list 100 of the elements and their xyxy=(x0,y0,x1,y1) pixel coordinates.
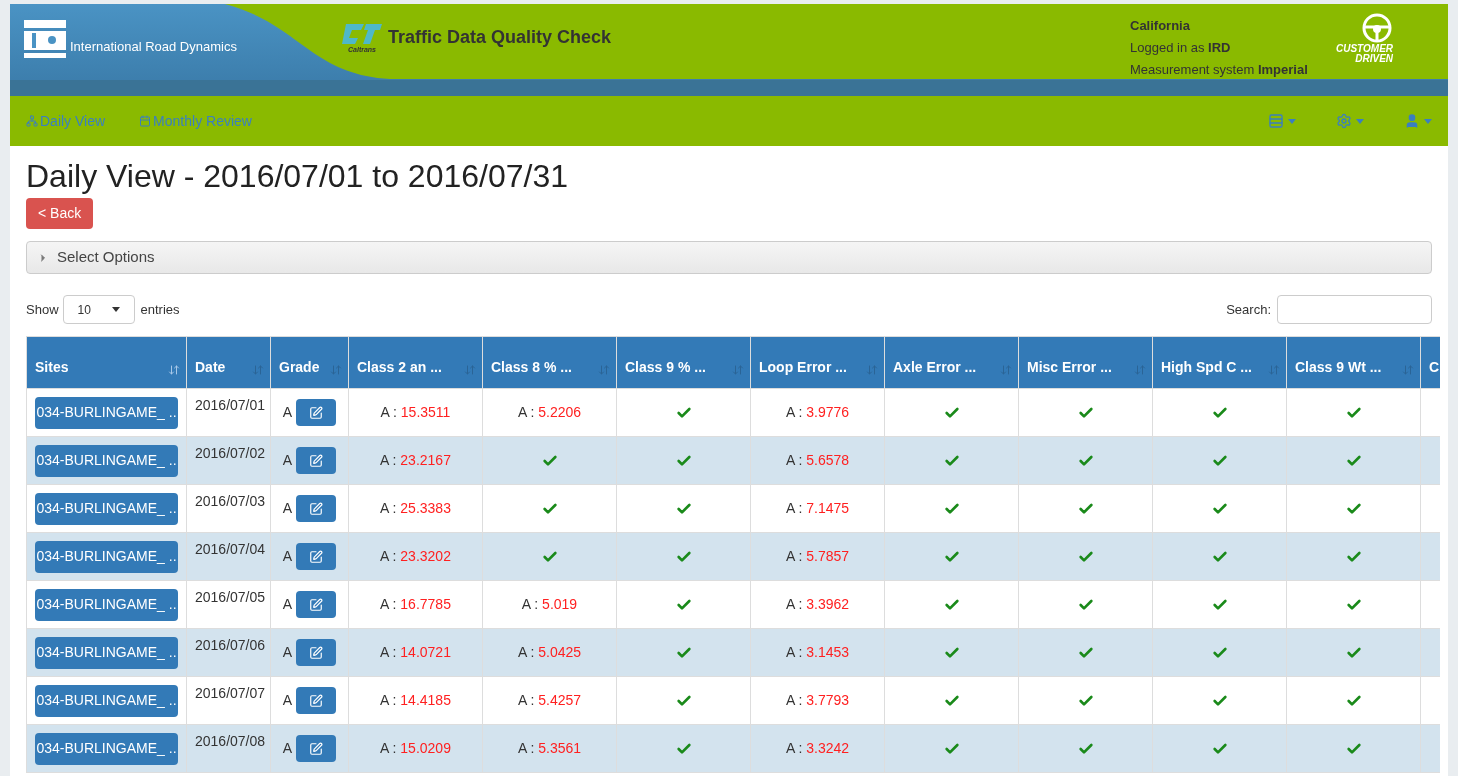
column-header[interactable]: Class 9 Wt ... xyxy=(1286,336,1421,389)
grade-text: A xyxy=(282,643,293,662)
site-button[interactable]: 034-BURLINGAME_ .. xyxy=(35,540,178,573)
grade-text: A xyxy=(282,691,293,710)
grade-text: A xyxy=(282,739,293,758)
sort-icon xyxy=(1402,364,1414,376)
login-info: Logged in as IRD xyxy=(1130,39,1232,57)
edit-button[interactable] xyxy=(296,591,337,618)
sort-icon xyxy=(252,364,264,376)
site-button[interactable]: 034-BURLINGAME_ .. xyxy=(35,732,178,765)
calendar-icon xyxy=(139,115,152,127)
sort-icon xyxy=(464,364,476,376)
cell-value: A : 5.7857 xyxy=(785,547,850,566)
cell-value: A : 3.7793 xyxy=(785,691,850,710)
search-field[interactable] xyxy=(1277,295,1432,324)
caltrans-logo xyxy=(340,22,384,46)
menu-button[interactable] xyxy=(1404,113,1432,129)
column-header[interactable]: Axle Error ... xyxy=(884,336,1019,389)
grade-text: A xyxy=(282,595,293,614)
back-button[interactable]: < Back xyxy=(26,198,94,229)
date-text: 2016/07/05 xyxy=(195,588,266,607)
edit-button[interactable] xyxy=(296,495,337,522)
cell-value: A : 23.3202 xyxy=(380,547,451,566)
date-text: 2016/07/06 xyxy=(195,636,266,655)
page-title: Daily View - 2016/07/01 to 2016/07/31 xyxy=(26,157,569,196)
cell-value: A : 16.7785 xyxy=(380,595,451,614)
column-header[interactable]: Date xyxy=(186,336,271,389)
grade-text: A xyxy=(282,547,293,566)
edit-icon xyxy=(309,549,324,564)
edit-button[interactable] xyxy=(296,543,337,570)
cell-value: A : 3.9776 xyxy=(785,403,850,422)
cell-value: A : 3.3962 xyxy=(785,595,850,614)
edit-icon xyxy=(309,741,324,756)
cell-value: A : 25.3383 xyxy=(380,499,451,518)
caret-icon xyxy=(1424,118,1432,124)
cell-value: A : 7.1475 xyxy=(785,499,850,518)
cell-value: A : 5.2206 xyxy=(517,403,582,422)
column-header[interactable]: Loop Error ... xyxy=(750,336,885,389)
entries-label: entries xyxy=(140,300,180,319)
measurement-info: Measurement system Imperial xyxy=(1130,61,1309,79)
edit-button[interactable] xyxy=(296,639,337,666)
column-header[interactable]: Class 8 % ... xyxy=(482,336,617,389)
date-text: 2016/07/04 xyxy=(195,540,266,559)
user-icon xyxy=(1404,113,1420,129)
cell-value: A : 14.4185 xyxy=(380,691,451,710)
site-button[interactable]: 034-BURLINGAME_ .. xyxy=(35,588,178,621)
column-header[interactable]: Grade xyxy=(270,336,349,389)
site-button[interactable]: 034-BURLINGAME_ .. xyxy=(35,684,178,717)
cell-value: A : 5.4257 xyxy=(517,691,582,710)
column-header[interactable]: Class 9 % ... xyxy=(616,336,751,389)
sort-icon xyxy=(866,364,878,376)
date-text: 2016/07/03 xyxy=(195,492,266,511)
edit-button[interactable] xyxy=(296,447,337,474)
grade-text: A xyxy=(282,451,293,470)
cell-value: A : 23.2167 xyxy=(380,451,451,470)
column-header[interactable]: Class 2 an ... xyxy=(348,336,483,389)
app-title: Traffic Data Quality Check xyxy=(388,26,612,49)
column-header[interactable]: C xyxy=(1420,336,1440,389)
caret-icon xyxy=(1288,118,1296,124)
grade-text: A xyxy=(282,499,293,518)
sort-icon xyxy=(1134,364,1146,376)
cell-value: A : 3.1453 xyxy=(785,643,850,662)
date-text: 2016/07/02 xyxy=(195,444,266,463)
sort-icon xyxy=(168,364,180,376)
edit-button[interactable] xyxy=(296,735,337,762)
company-logo xyxy=(24,20,66,58)
site-button[interactable]: 034-BURLINGAME_ .. xyxy=(35,396,178,429)
settings-icon xyxy=(1336,113,1352,129)
column-header[interactable]: Misc Error ... xyxy=(1018,336,1153,389)
cell-value: A : 5.3561 xyxy=(517,739,582,758)
cell-value: A : 3.3242 xyxy=(785,739,850,758)
site-button[interactable]: 034-BURLINGAME_ .. xyxy=(35,636,178,669)
options-panel[interactable]: Select Options xyxy=(26,241,1432,274)
steering-wheel-icon xyxy=(1361,12,1394,44)
state-label: California xyxy=(1130,17,1191,35)
badge-text: CUSTOMER DRIVEN xyxy=(1336,44,1394,64)
cell-value: A : 15.0209 xyxy=(380,739,451,758)
cell-value: A : 5.0425 xyxy=(517,643,582,662)
sort-icon xyxy=(1000,364,1012,376)
date-text: 2016/07/07 xyxy=(195,684,266,703)
company-name: International Road Dynamics xyxy=(70,37,237,56)
sort-icon xyxy=(1268,364,1280,376)
sitemap-icon xyxy=(26,115,38,127)
caret-icon xyxy=(1356,118,1364,124)
caret-icon xyxy=(111,307,120,312)
sort-icon xyxy=(598,364,610,376)
sort-icon xyxy=(732,364,744,376)
entries-select[interactable]: 10 xyxy=(62,295,135,324)
edit-button[interactable] xyxy=(296,687,337,714)
site-button[interactable]: 034-BURLINGAME_ .. xyxy=(35,444,178,477)
edit-icon xyxy=(309,693,324,708)
edit-button[interactable] xyxy=(296,399,337,426)
edit-icon xyxy=(309,645,324,660)
show-label: Show xyxy=(26,300,59,319)
site-button[interactable]: 034-BURLINGAME_ .. xyxy=(35,492,178,525)
date-text: 2016/07/01 xyxy=(195,396,266,415)
column-header[interactable]: High Spd C ... xyxy=(1152,336,1287,389)
column-header[interactable]: Sites xyxy=(26,336,187,389)
edit-icon xyxy=(309,597,324,612)
edit-icon xyxy=(309,453,324,468)
